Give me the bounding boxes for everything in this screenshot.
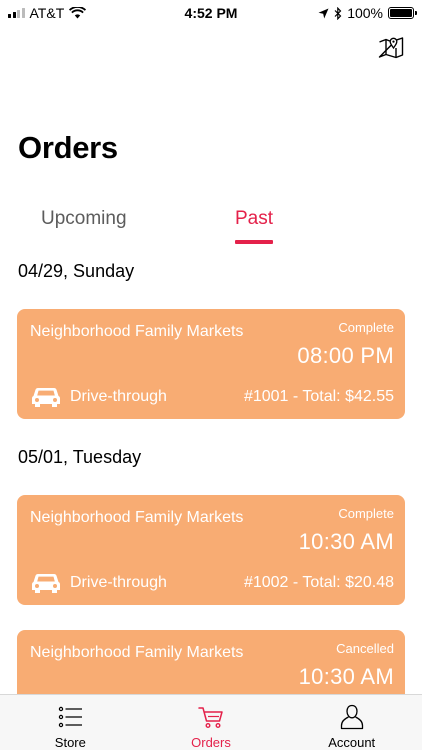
- battery-icon: [388, 7, 417, 19]
- tab-store-label: Store: [54, 735, 86, 750]
- order-time: 10:30 AM: [298, 664, 394, 689]
- order-card[interactable]: Neighborhood Family Markets Cancelled 10…: [17, 630, 405, 694]
- order-total: #1002 - Total: $20.48: [243, 574, 394, 591]
- page-title: Orders: [18, 130, 118, 165]
- map-icon: [378, 37, 404, 59]
- order-status: Complete: [338, 506, 394, 521]
- tab-store[interactable]: Store: [0, 695, 141, 750]
- carrier-label: AT&T: [29, 5, 65, 21]
- order-card[interactable]: Neighborhood Family Markets Complete 08:…: [17, 309, 405, 419]
- tab-upcoming[interactable]: Upcoming: [41, 208, 127, 230]
- tab-account[interactable]: Account: [281, 695, 422, 750]
- cart-icon: [198, 707, 223, 729]
- status-right: 100%: [318, 5, 417, 21]
- bluetooth-icon: [334, 6, 342, 20]
- active-tab-indicator: [235, 240, 273, 244]
- list-icon: [59, 706, 83, 728]
- status-left: AT&T: [8, 5, 87, 21]
- tab-past[interactable]: Past: [235, 208, 273, 230]
- location-arrow-icon: [318, 8, 329, 18]
- date-header: 04/29, Sunday: [18, 261, 135, 281]
- orders-tabs: Upcoming Past: [0, 208, 422, 248]
- order-method-label: Drive-through: [70, 388, 167, 405]
- order-method: Drive-through: [31, 571, 167, 595]
- order-status: Complete: [338, 320, 394, 335]
- signal-icon: [8, 8, 25, 18]
- orders-list[interactable]: 04/29, Sunday Neighborhood Family Market…: [0, 250, 422, 694]
- battery-percent: 100%: [347, 5, 383, 21]
- order-method: Drive-through: [31, 385, 167, 409]
- car-icon: [32, 574, 60, 593]
- order-card[interactable]: Neighborhood Family Markets Complete 10:…: [17, 495, 405, 605]
- store-name: Neighborhood Family Markets: [30, 323, 244, 340]
- order-total: #1001 - Total: $42.55: [243, 388, 394, 405]
- tab-account-label: Account: [328, 735, 376, 750]
- store-name: Neighborhood Family Markets: [30, 644, 244, 661]
- order-status: Cancelled: [336, 641, 394, 656]
- date-header: 05/01, Tuesday: [18, 447, 142, 467]
- car-icon: [32, 388, 60, 407]
- wifi-icon: [69, 7, 87, 19]
- store-name: Neighborhood Family Markets: [30, 509, 244, 526]
- tab-orders[interactable]: Orders: [141, 695, 282, 750]
- status-bar: AT&T 4:52 PM 100%: [0, 0, 422, 26]
- order-time: 08:00 PM: [297, 343, 394, 368]
- person-icon: [340, 704, 363, 730]
- map-button[interactable]: [377, 34, 405, 62]
- order-method-label: Drive-through: [70, 574, 167, 591]
- tab-orders-label: Orders: [191, 735, 231, 750]
- bottom-tab-bar: Store Orders Account: [0, 694, 422, 750]
- order-time: 10:30 AM: [298, 529, 394, 554]
